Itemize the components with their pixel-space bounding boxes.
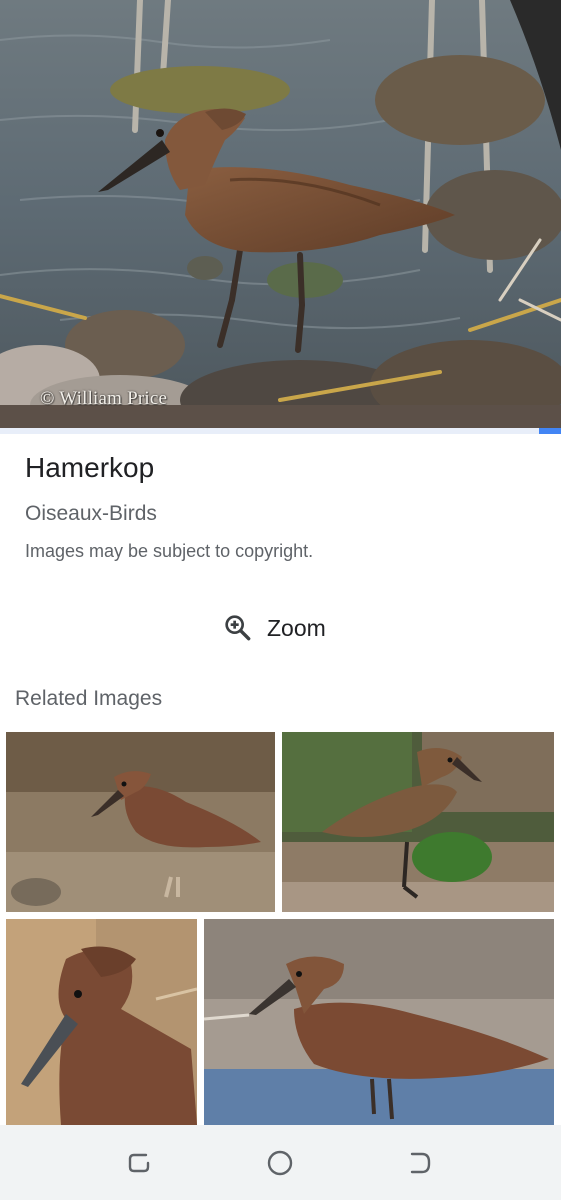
image-progress-track: [0, 428, 561, 434]
zoom-button[interactable]: Zoom: [222, 608, 326, 648]
related-images-heading: Related Images: [15, 687, 163, 710]
hamerkop-thumbnail: [6, 919, 197, 1125]
related-image-3[interactable]: [6, 919, 197, 1125]
image-progress-indicator: [538, 428, 561, 434]
hamerkop-thumbnail: [282, 732, 554, 912]
system-navigation-bar: [0, 1125, 561, 1200]
hamerkop-thumbnail: [6, 732, 275, 912]
zoom-label: Zoom: [267, 614, 326, 641]
back-icon[interactable]: [402, 1145, 438, 1181]
home-icon[interactable]: [262, 1145, 298, 1181]
main-image[interactable]: © William Price: [0, 0, 561, 428]
related-image-4[interactable]: [204, 919, 554, 1125]
related-image-1[interactable]: [6, 732, 275, 912]
hamerkop-thumbnail: [204, 919, 554, 1125]
zoom-in-icon: [225, 615, 251, 641]
image-source[interactable]: Oiseaux-Birds: [25, 502, 157, 526]
related-image-2[interactable]: [282, 732, 554, 912]
hamerkop-photo: [0, 0, 561, 428]
photo-watermark: © William Price: [40, 388, 168, 409]
image-viewer-screen: © William Price Hamerkop Oiseaux-Birds I…: [0, 0, 561, 1200]
recents-icon[interactable]: [121, 1145, 157, 1181]
image-title[interactable]: Hamerkop: [25, 452, 154, 484]
copyright-notice: Images may be subject to copyright.: [25, 541, 314, 561]
